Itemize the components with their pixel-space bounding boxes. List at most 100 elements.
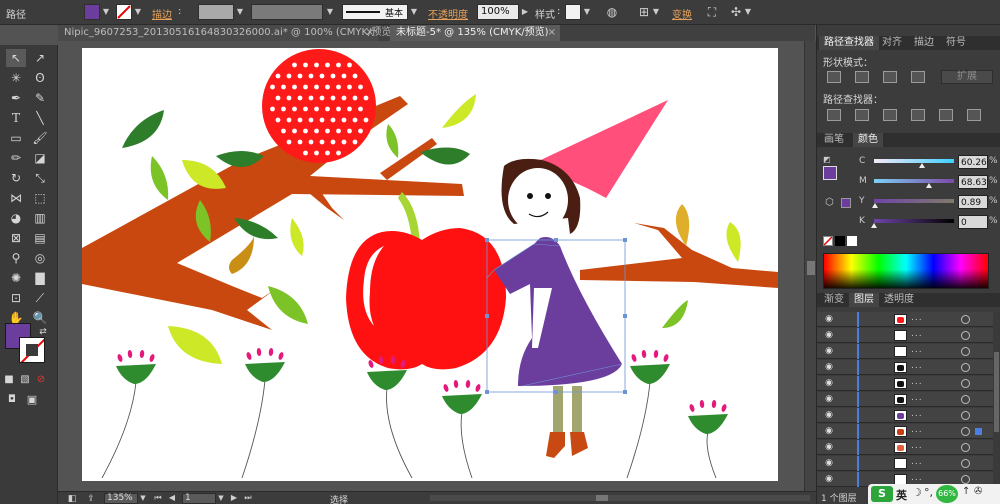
tab-gradient[interactable]: 渐变	[819, 293, 849, 307]
merge-icon[interactable]	[883, 109, 897, 121]
minus-front-icon[interactable]	[855, 71, 869, 83]
visibility-eye-icon[interactable]: ◉	[823, 426, 835, 436]
layer-row[interactable]: ◉...	[817, 408, 993, 423]
tab-color[interactable]: 颜色	[853, 133, 883, 147]
pencil-tool-icon[interactable]: ✏	[6, 149, 26, 167]
next-artboard-icon[interactable]: ▶	[228, 490, 240, 502]
layer-row[interactable]: ◉...	[817, 424, 993, 439]
close-icon[interactable]: ×	[366, 25, 374, 41]
rectangle-tool-icon[interactable]: ▭	[6, 129, 26, 147]
moon-icon[interactable]: ☽	[912, 486, 922, 499]
layer-row[interactable]: ◉...	[817, 344, 993, 359]
target-circle-icon[interactable]	[961, 459, 970, 468]
target-circle-icon[interactable]	[961, 443, 970, 452]
swap-fill-stroke-icon[interactable]: ⇄	[36, 323, 50, 341]
layer-row[interactable]: ◉...	[817, 456, 993, 471]
target-circle-icon[interactable]	[961, 363, 970, 372]
align-dropdown-icon[interactable]: ▼	[650, 5, 662, 19]
fan-icon[interactable]: ✇	[974, 486, 982, 497]
visibility-eye-icon[interactable]: ◉	[823, 378, 835, 388]
tab-align[interactable]: 对齐	[877, 36, 907, 50]
horizontal-scrollbar[interactable]	[430, 495, 810, 501]
layer-row[interactable]: ◉...	[817, 440, 993, 455]
gradient-mode-icon[interactable]: ▧	[18, 371, 32, 389]
crop-icon[interactable]	[911, 109, 925, 121]
slider-y[interactable]: Y 0.89%	[817, 194, 1000, 212]
trim-icon[interactable]	[855, 109, 869, 121]
pen-tool-icon[interactable]: ✒	[6, 89, 26, 107]
artboard[interactable]	[82, 48, 778, 481]
layer-row[interactable]: ◉...	[817, 392, 993, 407]
tab-stroke[interactable]: 描边	[909, 36, 939, 50]
unite-icon[interactable]	[827, 71, 841, 83]
punctuation-icon[interactable]: °,	[924, 486, 933, 499]
layer-row[interactable]: ◉...	[817, 312, 993, 327]
layer-name[interactable]: ...	[911, 377, 923, 387]
document-canvas[interactable]	[58, 41, 804, 491]
opacity-label[interactable]: 不透明度	[428, 6, 468, 21]
close-icon[interactable]: ×	[548, 25, 556, 41]
blend-tool-icon[interactable]: ◎	[30, 249, 50, 267]
graph-tool-icon[interactable]: ▇	[30, 269, 50, 287]
layer-name[interactable]: ...	[911, 345, 923, 355]
target-circle-icon[interactable]	[961, 315, 970, 324]
opacity-field[interactable]: 100%	[477, 4, 519, 20]
slider-c[interactable]: C 60.26%	[817, 154, 1000, 172]
scroll-thumb[interactable]	[807, 261, 815, 275]
slider-track[interactable]	[874, 179, 954, 183]
none-mode-icon[interactable]: ⊘	[34, 371, 48, 389]
magic-wand-tool-icon[interactable]: ✳	[6, 69, 26, 87]
target-circle-icon[interactable]	[961, 347, 970, 356]
variable-width-dropdown-icon[interactable]: ▼	[324, 5, 336, 19]
exclude-icon[interactable]	[911, 71, 925, 83]
transform-label[interactable]: 变换	[672, 6, 692, 21]
target-circle-icon[interactable]	[961, 427, 970, 436]
eraser-tool-icon[interactable]: ◪	[30, 149, 50, 167]
layer-row[interactable]: ◉...	[817, 376, 993, 391]
expand-button[interactable]: 扩展	[941, 70, 993, 84]
artboard-dropdown-icon[interactable]: ▼	[216, 490, 226, 502]
intersect-icon[interactable]	[883, 71, 897, 83]
stroke-label[interactable]: 描边	[152, 6, 172, 21]
fill-swatch[interactable]	[84, 4, 100, 20]
symbol-sprayer-tool-icon[interactable]: ✺	[6, 269, 26, 287]
ime-language-label[interactable]: 英	[896, 487, 907, 503]
draw-mode-icon[interactable]: ◘	[4, 391, 20, 409]
opacity-dropdown-icon[interactable]: ▶	[519, 5, 531, 19]
layers-scroll-thumb[interactable]	[994, 352, 999, 432]
slider-value-field[interactable]: 68.63	[958, 175, 988, 189]
slider-knob[interactable]	[871, 223, 877, 228]
tab-doc-1[interactable]: Nipic_9607253_20130516164830326000.ai* @…	[58, 25, 395, 41]
curvature-tool-icon[interactable]: ✎	[30, 89, 50, 107]
slider-knob[interactable]	[871, 203, 878, 208]
layer-name[interactable]: ...	[911, 313, 923, 323]
slider-k[interactable]: K 0%	[817, 214, 1000, 232]
layer-name[interactable]: ...	[911, 425, 923, 435]
slice-tool-icon[interactable]: ⟋	[30, 289, 50, 307]
visibility-eye-icon[interactable]: ◉	[823, 346, 835, 356]
layer-name[interactable]: ...	[911, 409, 923, 419]
slider-knob[interactable]	[919, 163, 925, 168]
visibility-eye-icon[interactable]: ◉	[823, 442, 835, 452]
mesh-tool-icon[interactable]: ⊠	[6, 229, 26, 247]
layer-name[interactable]: ...	[911, 393, 923, 403]
brush-dropdown-icon[interactable]: ▼	[408, 5, 420, 19]
type-tool-icon[interactable]: T	[6, 109, 26, 127]
color-mode-icon[interactable]: ■	[2, 371, 16, 389]
slider-track[interactable]	[874, 219, 954, 223]
artboard-tool-icon[interactable]: ⊡	[6, 289, 26, 307]
eyedropper-tool-icon[interactable]: ⚲	[6, 249, 26, 267]
visibility-eye-icon[interactable]: ◉	[823, 458, 835, 468]
black-swatch[interactable]	[835, 236, 845, 246]
selection-tool-icon[interactable]: ↖	[6, 49, 26, 67]
shape-builder-tool-icon[interactable]: ◕	[6, 209, 26, 227]
stroke-weight-field[interactable]	[198, 4, 234, 20]
slider-value-field[interactable]: 0	[958, 215, 988, 229]
tab-layers[interactable]: 图层	[849, 293, 879, 307]
width-tool-icon[interactable]: ⋈	[6, 189, 26, 207]
layer-name[interactable]: ...	[911, 361, 923, 371]
variable-width-field[interactable]	[251, 4, 323, 20]
outline-icon[interactable]	[939, 109, 953, 121]
hscroll-thumb[interactable]	[596, 495, 608, 501]
gradient-tool-icon[interactable]: ▤	[30, 229, 50, 247]
